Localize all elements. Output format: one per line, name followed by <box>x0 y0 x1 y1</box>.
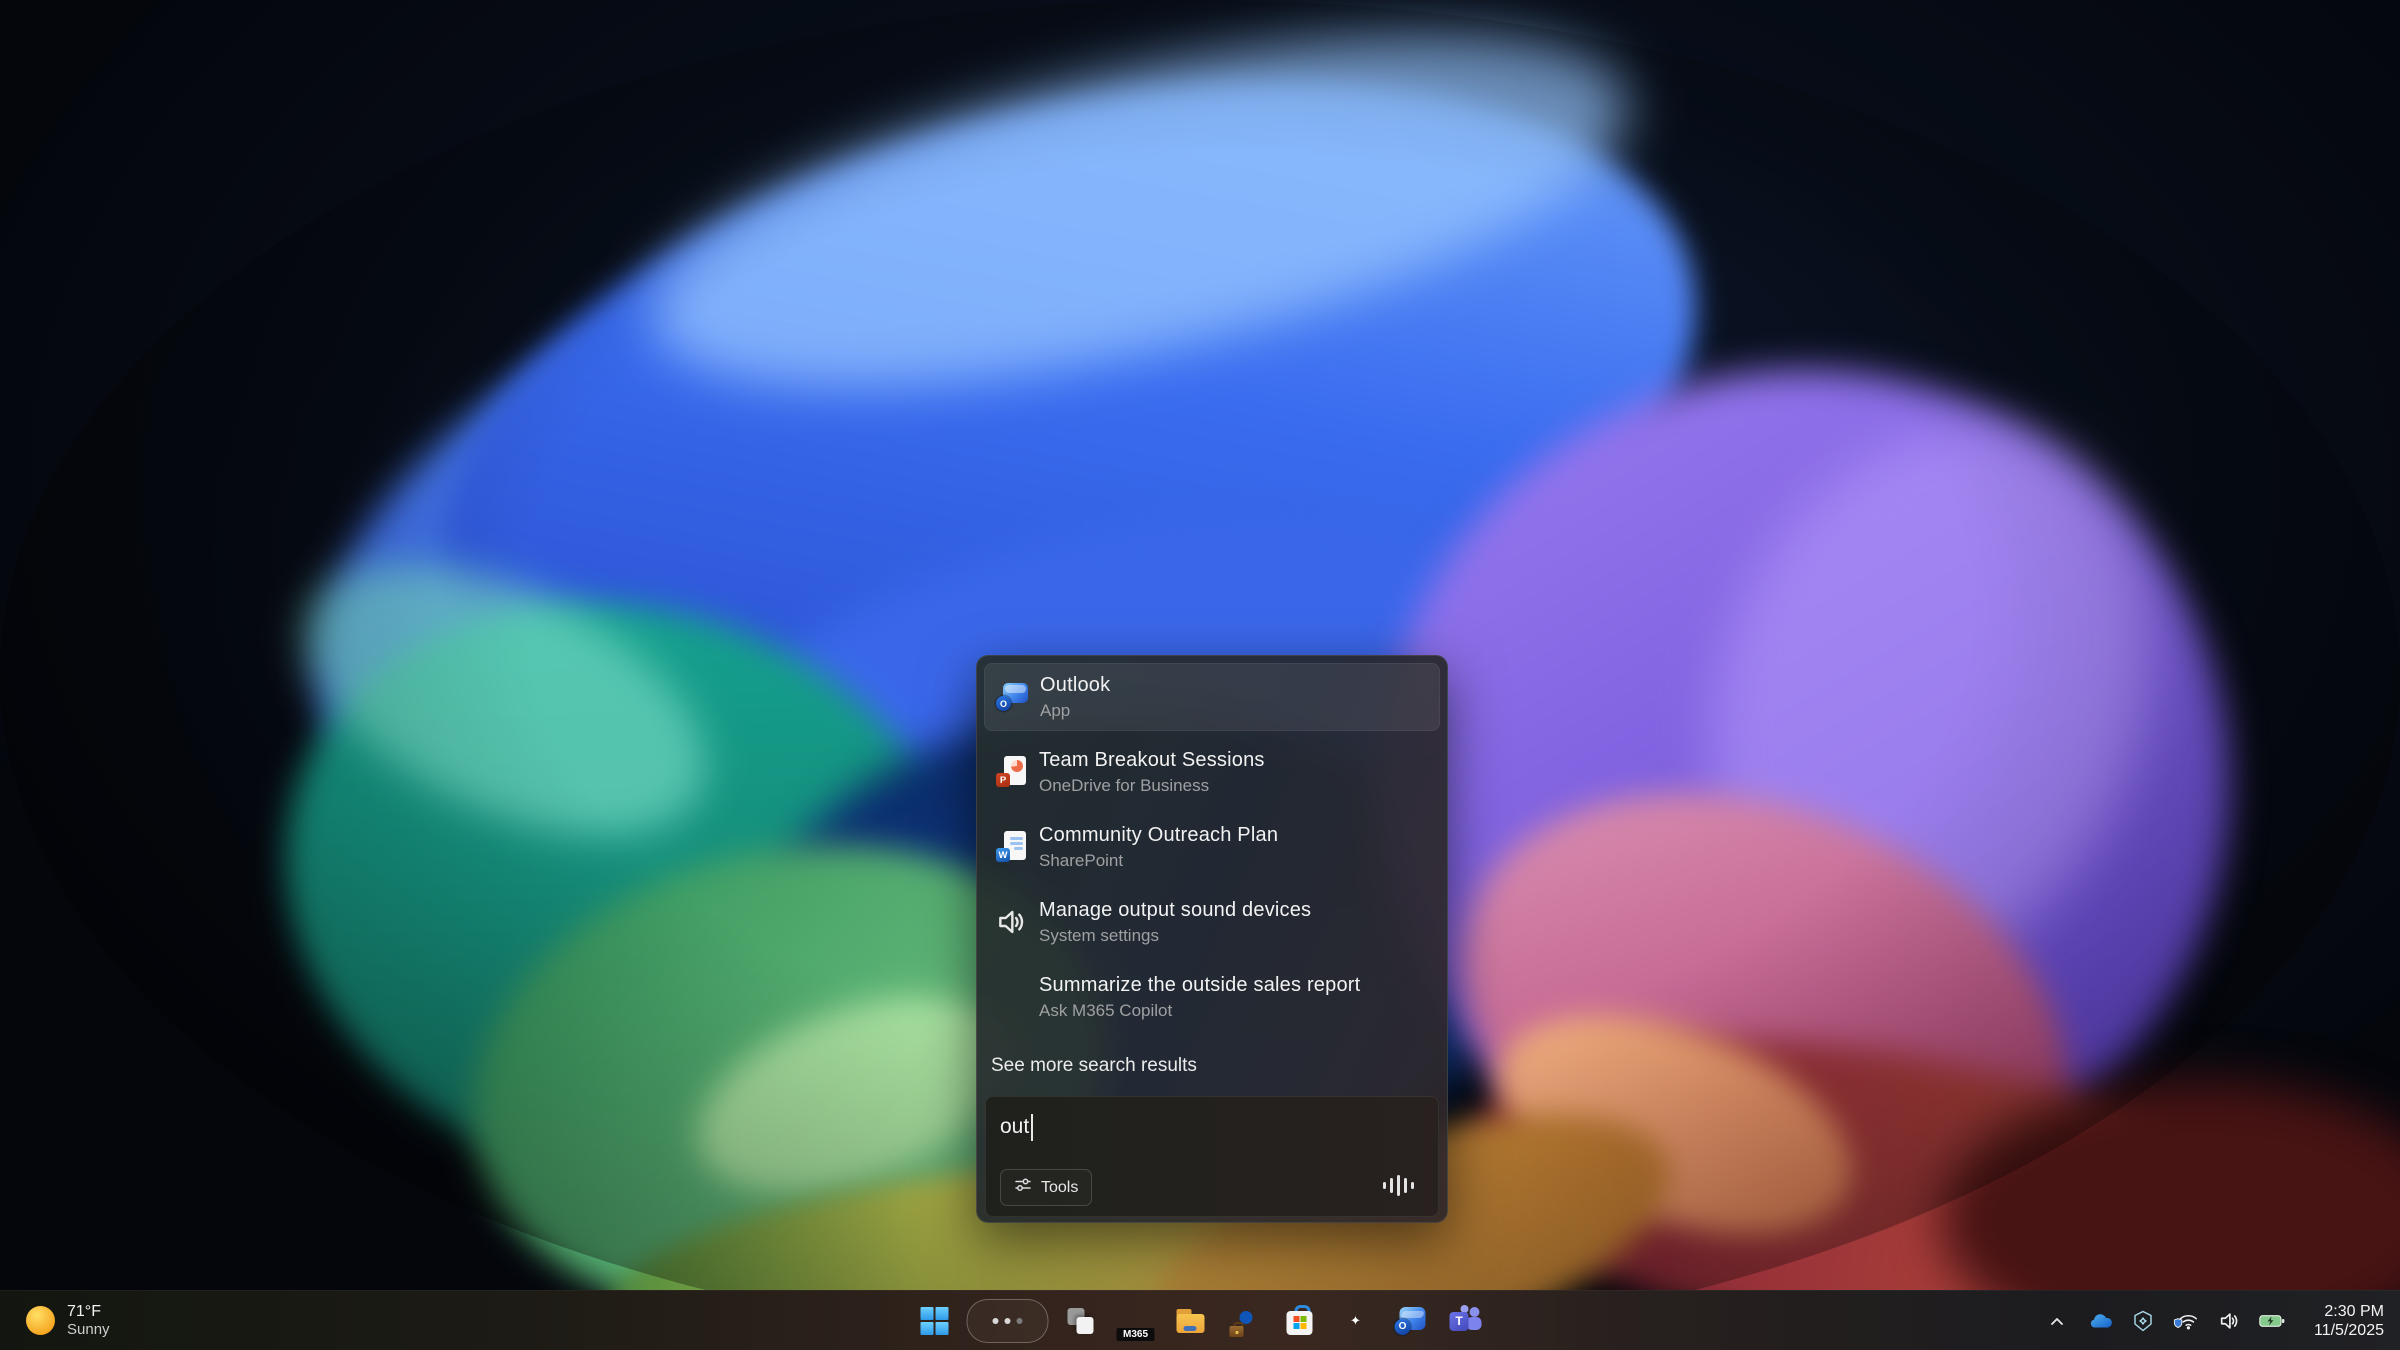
search-flyout: O Outlook App P Team Breakout Sessions O… <box>976 655 1448 1223</box>
tray-date: 11/5/2025 <box>2314 1321 2384 1340</box>
outlook-app-icon: O <box>996 681 1028 713</box>
teams-badge-letter: T <box>1450 1312 1469 1331</box>
typing-dot <box>993 1318 999 1324</box>
microsoft-store-icon <box>1286 1305 1316 1337</box>
result-subtitle: App <box>1040 701 1110 721</box>
search-input[interactable]: out <box>1000 1113 1420 1141</box>
powerpoint-file-icon: P <box>995 756 1027 788</box>
tools-button-label: Tools <box>1041 1179 1078 1197</box>
sun-icon <box>26 1306 55 1335</box>
battery-charging-icon[interactable] <box>2259 1306 2285 1336</box>
microsoft-365-app-icon: ✦ <box>1340 1305 1372 1337</box>
desktop: O Outlook App P Team Breakout Sessions O… <box>0 0 2400 1350</box>
taskbar-center-icons: M365 <box>912 1291 1489 1350</box>
word-badge-letter: W <box>996 848 1010 862</box>
search-pill[interactable] <box>967 1299 1049 1343</box>
result-subtitle: OneDrive for Business <box>1039 776 1265 796</box>
onedrive-icon[interactable] <box>2087 1306 2113 1336</box>
microsoft-store-button[interactable] <box>1278 1297 1324 1345</box>
taskbar: 71°F Sunny M365 <box>0 1290 2400 1350</box>
search-result-copilot-summarize[interactable]: Summarize the outside sales report Ask M… <box>985 964 1439 1030</box>
speaker-icon <box>995 906 1027 938</box>
search-result-sound-devices[interactable]: Manage output sound devices System setti… <box>985 889 1439 955</box>
result-subtitle: Ask M365 Copilot <box>1039 1001 1360 1021</box>
result-subtitle: System settings <box>1039 926 1311 946</box>
search-result-community-outreach[interactable]: W Community Outreach Plan SharePoint <box>985 814 1439 880</box>
text-cursor <box>1031 1114 1033 1141</box>
tools-filter-icon <box>1014 1176 1032 1199</box>
word-file-icon: W <box>995 831 1027 863</box>
result-title: Manage output sound devices <box>1039 899 1311 922</box>
file-explorer-button[interactable] <box>1168 1297 1214 1345</box>
outlook-badge-letter: O <box>996 696 1011 711</box>
edge-business-icon <box>1230 1305 1262 1337</box>
see-more-search-results-link[interactable]: See more search results <box>985 1049 1439 1083</box>
teams-icon: T <box>1449 1305 1483 1337</box>
outlook-button[interactable]: O <box>1388 1297 1434 1345</box>
outlook-icon: O <box>1395 1305 1427 1337</box>
search-box-panel: out Tools <box>985 1096 1439 1217</box>
system-tray: 2:30 PM 11/5/2025 <box>2044 1291 2390 1350</box>
search-query-text: out <box>1000 1115 1029 1139</box>
sparkle-glyph: ✦ <box>1340 1305 1372 1337</box>
edge-business-button[interactable] <box>1223 1297 1269 1345</box>
powerpoint-badge-letter: P <box>996 773 1010 787</box>
tools-button[interactable]: Tools <box>1000 1169 1092 1206</box>
m365-copilot-app-button[interactable]: M365 <box>1113 1297 1159 1345</box>
typing-dot <box>1017 1318 1023 1324</box>
m365-badge: M365 <box>1117 1328 1155 1341</box>
file-explorer-icon <box>1175 1306 1207 1336</box>
wifi-secure-icon[interactable] <box>2173 1306 2199 1336</box>
result-title: Community Outreach Plan <box>1039 824 1278 847</box>
clock[interactable]: 2:30 PM 11/5/2025 <box>2308 1302 2390 1340</box>
studio-effects-icon[interactable] <box>2130 1306 2156 1336</box>
start-button[interactable] <box>912 1297 958 1345</box>
chevron-up-icon[interactable] <box>2044 1306 2070 1336</box>
m365-copilot-icon: M365 <box>1119 1303 1153 1339</box>
typing-dot <box>1005 1318 1011 1324</box>
search-result-team-breakout[interactable]: P Team Breakout Sessions OneDrive for Bu… <box>985 739 1439 805</box>
task-view-icon <box>1066 1306 1096 1336</box>
weather-temperature: 71°F <box>67 1302 110 1321</box>
voice-search-icon[interactable] <box>1383 1175 1414 1196</box>
task-view-button[interactable] <box>1058 1297 1104 1345</box>
tray-time: 2:30 PM <box>2324 1302 2384 1321</box>
m365-copilot-icon <box>995 981 1027 1013</box>
start-icon <box>921 1307 949 1335</box>
result-title: Summarize the outside sales report <box>1039 974 1360 997</box>
search-result-outlook[interactable]: O Outlook App <box>984 663 1440 731</box>
outlook-badge-letter: O <box>1395 1319 1411 1335</box>
result-title: Team Breakout Sessions <box>1039 749 1265 772</box>
result-subtitle: SharePoint <box>1039 851 1278 871</box>
microsoft-365-app-button[interactable]: ✦ <box>1333 1297 1379 1345</box>
weather-condition: Sunny <box>67 1321 110 1339</box>
teams-button[interactable]: T <box>1443 1297 1489 1345</box>
weather-widget[interactable]: 71°F Sunny <box>16 1291 120 1350</box>
speaker-icon[interactable] <box>2216 1306 2242 1336</box>
result-title: Outlook <box>1040 674 1110 697</box>
